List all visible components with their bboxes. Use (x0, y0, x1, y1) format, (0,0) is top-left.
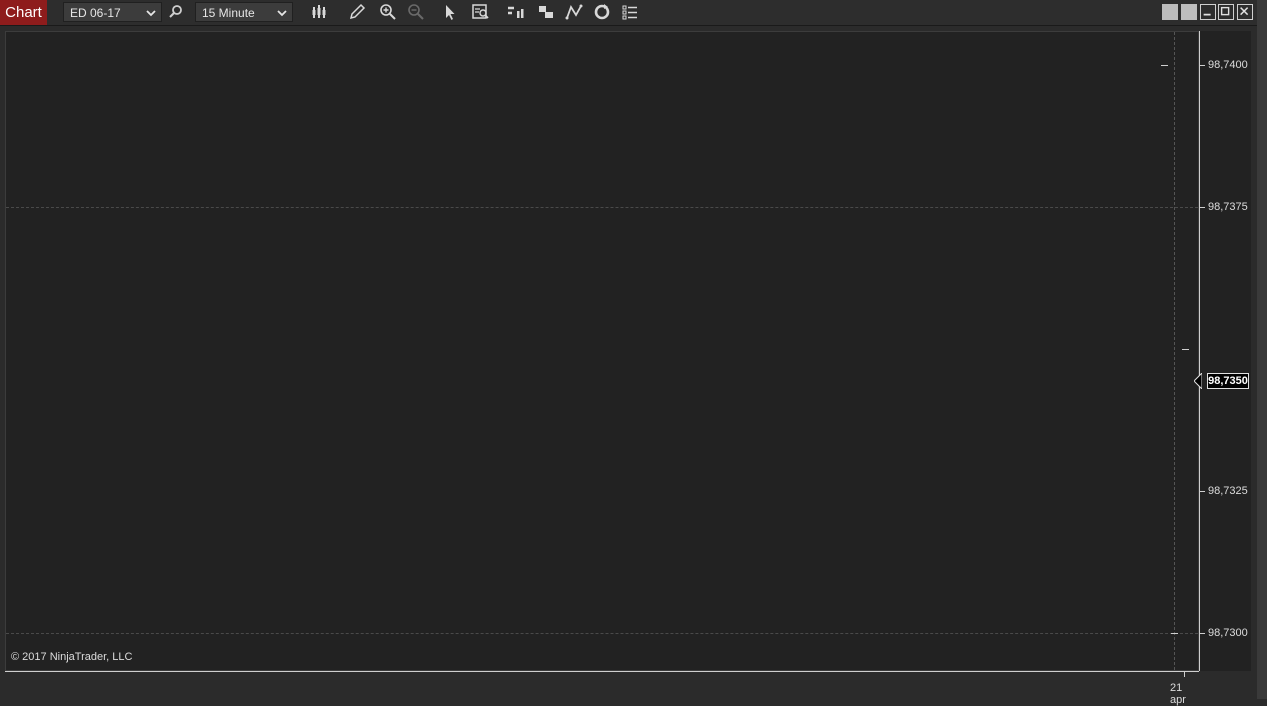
interval-selector[interactable]: 15 Minute (195, 2, 293, 22)
grid-line-98-7300 (6, 633, 1198, 634)
time-label: 21 apr (1170, 682, 1186, 706)
copyright-text: © 2017 NinjaTrader, LLC (11, 651, 133, 663)
time-axis[interactable]: 21 apr (5, 671, 1199, 706)
grid-line-98-7375 (6, 207, 1198, 208)
price-tick (1199, 65, 1205, 66)
time-tick (1184, 672, 1185, 677)
bar-chart-icon[interactable] (505, 3, 525, 21)
price-tick (1199, 633, 1205, 634)
price-tick (1199, 207, 1205, 208)
chart-panel: © 2017 NinjaTrader, LLC 98,7400 98,7375 … (0, 26, 1257, 706)
close-button[interactable] (1237, 4, 1253, 20)
price-bar-mark (1182, 349, 1189, 350)
pointer-icon[interactable] (440, 3, 460, 21)
price-label: 98,7400 (1208, 59, 1248, 71)
pencil-draw-icon[interactable] (347, 3, 367, 21)
price-label: 98,7325 (1208, 485, 1248, 497)
chart-toolbar: Chart ED 06-17 15 Minute (0, 0, 1257, 26)
stacked-icon[interactable] (536, 3, 556, 21)
interval-value: 15 Minute (202, 6, 255, 20)
search-icon[interactable] (166, 3, 186, 21)
adjacent-window-edge (1257, 0, 1267, 699)
time-grid-line (1174, 32, 1175, 670)
tile-layout-button[interactable] (1162, 4, 1178, 20)
line-tools-icon[interactable] (564, 3, 584, 21)
zoom-out-icon[interactable] (406, 3, 426, 21)
instrument-value: ED 06-17 (70, 6, 121, 20)
bars-type-icon[interactable] (309, 3, 329, 21)
close-icon (1240, 7, 1249, 16)
current-price-marker-icon (1194, 373, 1202, 389)
minimize-icon (1203, 13, 1211, 16)
current-price-label: 98,7350 (1207, 373, 1249, 389)
price-tick (1199, 491, 1205, 492)
chevron-down-icon (146, 10, 156, 17)
chart-window-title[interactable]: Chart (0, 0, 47, 25)
maximize-button[interactable] (1218, 4, 1234, 20)
price-label: 98,7300 (1208, 627, 1248, 639)
maximize-icon (1220, 6, 1230, 16)
price-label: 98,7375 (1208, 201, 1248, 213)
price-axis[interactable]: 98,7400 98,7375 98,7325 98,7300 98,7350 (1194, 31, 1251, 671)
refresh-icon[interactable] (592, 3, 612, 21)
zoom-in-icon[interactable] (378, 3, 398, 21)
instrument-selector[interactable]: ED 06-17 (63, 2, 162, 22)
price-bar-mark (1161, 65, 1168, 66)
price-plot-area[interactable]: © 2017 NinjaTrader, LLC (5, 31, 1199, 671)
data-box-icon[interactable] (471, 3, 491, 21)
tile-layout-button-2[interactable] (1181, 4, 1197, 20)
price-bar-mark (1171, 633, 1178, 634)
properties-list-icon[interactable] (620, 3, 640, 21)
chevron-down-icon (277, 10, 287, 17)
minimize-button[interactable] (1200, 4, 1216, 20)
